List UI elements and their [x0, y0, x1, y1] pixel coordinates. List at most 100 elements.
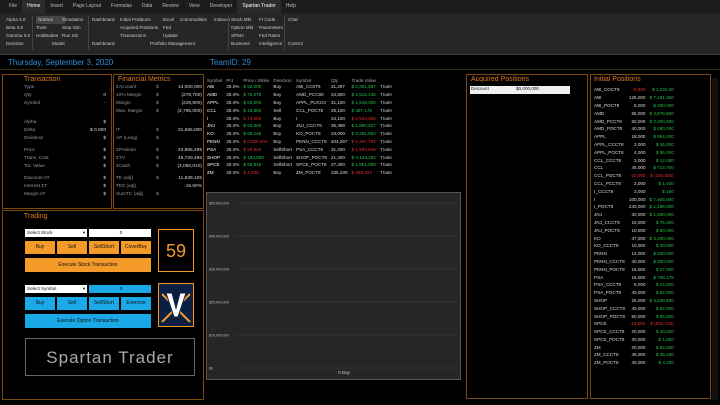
vertical-scrollbar[interactable]	[712, 78, 718, 400]
execute-stock-button[interactable]: Execute Stock Transaction	[25, 258, 151, 272]
acquired-positions-panel	[466, 74, 588, 399]
ribbon-group-fi: FI Code Parameters Fed Rates Intelligenc…	[259, 16, 283, 48]
stock-sell-button[interactable]: Sell	[57, 241, 87, 254]
ribbon-group-label: Intelligence	[259, 41, 283, 46]
ribbon-item[interactable]: FI Code	[259, 16, 283, 24]
tab-file[interactable]: File	[4, 0, 22, 13]
ribbon-item[interactable]: Stop Sim	[62, 24, 83, 32]
table-cell: $ 4,123,284	[351, 154, 376, 160]
table-cell: SHOP_POCT8	[296, 154, 327, 160]
ribbon-item[interactable]: Decision	[6, 40, 30, 48]
table-cell: $ 193,580	[243, 154, 264, 160]
ribbon-item[interactable]: Stock Mkt	[231, 16, 253, 24]
table-cell: $ 69,148	[243, 131, 262, 137]
ribbon-item[interactable]: Commodities	[180, 16, 207, 24]
ribbon-item[interactable]: Alpha 3.0	[6, 16, 30, 24]
ribbon-item[interactable]: Option Mkt	[231, 24, 253, 32]
option-sellshort-button[interactable]: SellShort	[89, 297, 119, 310]
table-cell: ABI	[207, 84, 215, 90]
tab-data[interactable]: Data	[137, 0, 158, 13]
tab-insert[interactable]: Insert	[45, 0, 68, 13]
position-qty: 40,000	[631, 290, 646, 296]
table-cell: SPCE	[207, 162, 220, 168]
stock-select-dropdown[interactable]: Select Stock ▼	[25, 229, 87, 237]
option-quantity-input[interactable]: 0	[89, 285, 151, 293]
list-item: SHOP 25,000 $ 4,839,500	[592, 297, 676, 305]
trade-link[interactable]: Trade	[378, 91, 394, 99]
trade-link[interactable]: Trade	[378, 122, 394, 130]
transaction-value: $	[103, 136, 106, 141]
stock-sellshort-button[interactable]: SellShort	[89, 241, 119, 254]
metric-value: (2,060,010)	[177, 164, 202, 169]
transaction-label: Dividend	[24, 136, 43, 141]
ribbon-item[interactable]: Beta 3.0	[6, 24, 30, 32]
trade-link[interactable]: Trade	[378, 106, 394, 114]
ribbon-item[interactable]: Acquired Positions	[120, 24, 195, 32]
transaction-value: $	[103, 164, 106, 169]
option-buy-button[interactable]: Buy	[25, 297, 55, 310]
ribbon-item[interactable]: Update	[163, 32, 178, 40]
ribbon-item[interactable]: SPMA	[231, 32, 253, 40]
table-cell: $ 2,543,450	[351, 115, 376, 121]
tab-formulas[interactable]: Formulas	[106, 0, 137, 13]
ribbon-item[interactable]: Dashboard	[92, 16, 114, 24]
tab-developer[interactable]: Developer	[205, 0, 238, 13]
position-value: $ 7,465,000	[649, 196, 674, 202]
list-item: SPCE_POCT8 30,000 $ 1,000	[592, 336, 676, 344]
tab-help[interactable]: Help	[281, 0, 301, 13]
position-qty: -20,000	[629, 173, 646, 179]
table-cell: KO_POCT8	[296, 131, 321, 137]
position-symbol: ZM	[594, 344, 601, 350]
ribbon-item[interactable]: Holdtrades	[36, 32, 65, 40]
ribbon-item[interactable]: Gamma 3.0	[6, 32, 30, 40]
table-cell: Buy	[273, 123, 282, 129]
ribbon-item[interactable]: Parameters	[259, 24, 283, 32]
table-cell: JNJ	[207, 123, 215, 129]
transaction-label: Type	[24, 85, 35, 90]
position-qty: 25,000	[631, 297, 646, 303]
table-cell: 27,300	[330, 162, 345, 168]
position-symbol: APPL	[594, 134, 606, 140]
trade-link[interactable]: Trade	[378, 161, 394, 169]
ribbon-item[interactable]: Tools	[36, 24, 65, 32]
list-item: JNJ_CCCT8 15,000 $ 75,000	[592, 219, 676, 227]
stock-quantity-input[interactable]: 0	[89, 229, 151, 237]
trade-link[interactable]: Trade	[378, 83, 394, 91]
stock-coverbuy-button[interactable]: CoverBuy	[121, 241, 151, 254]
option-select-dropdown[interactable]: Select Symbol ▼	[25, 285, 87, 293]
trade-link[interactable]: Trade	[378, 130, 394, 138]
ribbon-item[interactable]: Excel	[163, 16, 178, 24]
ribbon-item[interactable]: Chat	[288, 16, 303, 24]
trade-link[interactable]: Trade	[378, 99, 394, 107]
option-sell-button[interactable]: Sell	[57, 297, 87, 310]
stock-buy-button[interactable]: Buy	[25, 241, 55, 254]
position-qty: 65,000	[631, 110, 646, 116]
position-qty: 40,000	[631, 360, 646, 366]
trade-link[interactable]: Trade	[378, 153, 394, 161]
trade-link[interactable]: Trade	[378, 169, 394, 177]
tab-home[interactable]: Home	[22, 0, 46, 13]
execute-option-button[interactable]: Execute Option Transaction	[25, 314, 151, 328]
ribbon-item[interactable]: Fed Rates	[259, 32, 283, 40]
ribbon-item[interactable]: Simulation	[62, 16, 83, 24]
tab-review[interactable]: Review	[157, 0, 183, 13]
trade-link[interactable]: Trade	[378, 145, 394, 153]
tab-page-layout[interactable]: Page Layout	[68, 0, 106, 13]
ribbon-item[interactable]: Fed	[163, 24, 178, 32]
metric-label: 10% Margin	[116, 93, 142, 98]
table-cell: 25.0%	[226, 138, 240, 144]
ribbon-item[interactable]: Transactions	[120, 32, 195, 40]
position-value: $ 4,839,500	[649, 297, 674, 303]
trade-link[interactable]: Trade	[378, 138, 394, 146]
option-exercise-button[interactable]: Exercise	[121, 297, 151, 310]
tab-view[interactable]: View	[184, 0, 205, 13]
tab-spartan-trader[interactable]: Spartan Trader	[237, 0, 281, 13]
ribbon-item[interactable]: Run Init	[62, 32, 83, 40]
table-cell: 34,100	[330, 115, 345, 121]
table-cell: 25.0%	[226, 99, 240, 105]
list-item: PSA_CCCT8 8,000 $ 24,000	[592, 281, 676, 289]
ribbon-item[interactable]: Normal	[36, 16, 65, 24]
table-cell: $ 1,880,927	[351, 123, 376, 129]
metric-value: 11,839,105	[178, 176, 202, 181]
trade-link[interactable]: Trade	[378, 114, 394, 122]
